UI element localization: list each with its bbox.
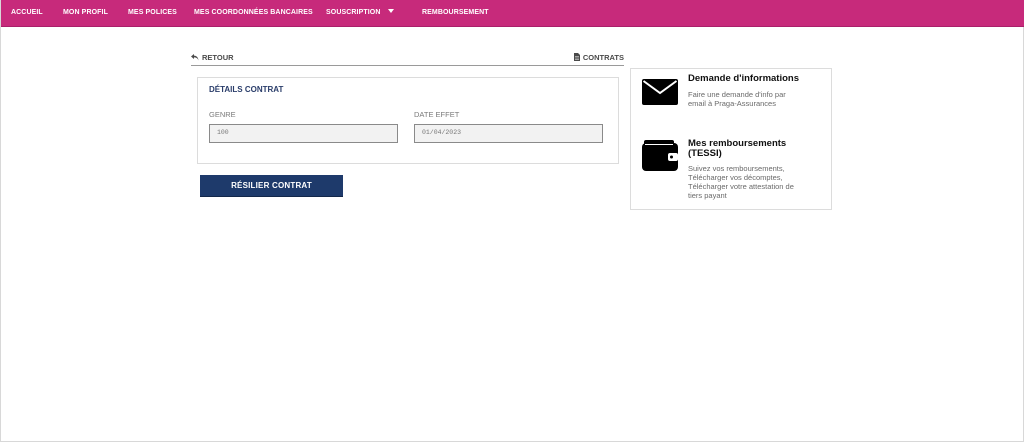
chevron-down-icon bbox=[388, 9, 395, 14]
info-request-item[interactable]: Demande d'informations Faire une demande… bbox=[631, 69, 831, 134]
resilier-contrat-button[interactable]: RÉSILIER CONTRAT bbox=[200, 175, 343, 197]
breadcrumb-row: RETOUR CONTRATS bbox=[191, 53, 624, 66]
date-effet-field[interactable]: 01/04/2023 bbox=[414, 124, 603, 143]
nav-item-mes-polices[interactable]: MES POLICES bbox=[128, 0, 177, 26]
wallet-icon bbox=[642, 140, 678, 171]
info-request-desc-1: Faire une demande d'info par bbox=[688, 90, 786, 99]
genre-field[interactable]: 100 bbox=[209, 124, 398, 143]
top-navbar: ACCUEIL MON PROFIL MES POLICES MES COORD… bbox=[1, 0, 1024, 27]
contracts-link-label: CONTRATS bbox=[582, 53, 624, 62]
contracts-link[interactable]: CONTRATS bbox=[573, 53, 624, 62]
document-icon bbox=[573, 53, 580, 62]
nav-item-remboursement[interactable]: REMBOURSEMENT bbox=[422, 0, 489, 26]
details-title: DÉTAILS CONTRAT bbox=[209, 85, 284, 94]
reimbursements-desc-2: Télécharger vos décomptes, bbox=[688, 173, 783, 182]
reimbursements-desc-1: Suivez vos remboursements, bbox=[688, 164, 785, 173]
contract-details-panel: DÉTAILS CONTRAT GENRE DATE EFFET 100 01/… bbox=[197, 77, 619, 164]
nav-item-accueil[interactable]: ACCUEIL bbox=[11, 0, 43, 26]
nav-item-souscription-label: SOUSCRIPTION bbox=[326, 9, 381, 16]
back-link-label: RETOUR bbox=[202, 53, 234, 62]
back-link[interactable]: RETOUR bbox=[191, 53, 234, 62]
reimbursements-desc-3: Télécharger votre attestation de bbox=[688, 182, 794, 191]
reimbursements-title-2: (TESSI) bbox=[688, 148, 722, 159]
back-arrow-icon bbox=[191, 53, 199, 61]
side-info-card: Demande d'informations Faire une demande… bbox=[630, 68, 832, 210]
info-request-title: Demande d'informations bbox=[688, 73, 799, 84]
nav-item-mes-coordonnees-bancaires[interactable]: MES COORDONNÉES BANCAIRES bbox=[194, 0, 313, 26]
page: ACCUEIL MON PROFIL MES POLICES MES COORD… bbox=[0, 0, 1024, 442]
reimbursements-desc-4: tiers payant bbox=[688, 191, 727, 200]
info-request-desc-2: email à Praga-Assurances bbox=[688, 99, 776, 108]
reimbursements-item[interactable]: Mes remboursements (TESSI) Suivez vos re… bbox=[631, 135, 831, 207]
date-effet-label: DATE EFFET bbox=[414, 110, 460, 119]
nav-item-souscription[interactable]: SOUSCRIPTION bbox=[326, 0, 395, 26]
genre-label: GENRE bbox=[209, 110, 236, 119]
nav-item-mon-profil[interactable]: MON PROFIL bbox=[63, 0, 108, 26]
envelope-icon bbox=[642, 79, 678, 105]
